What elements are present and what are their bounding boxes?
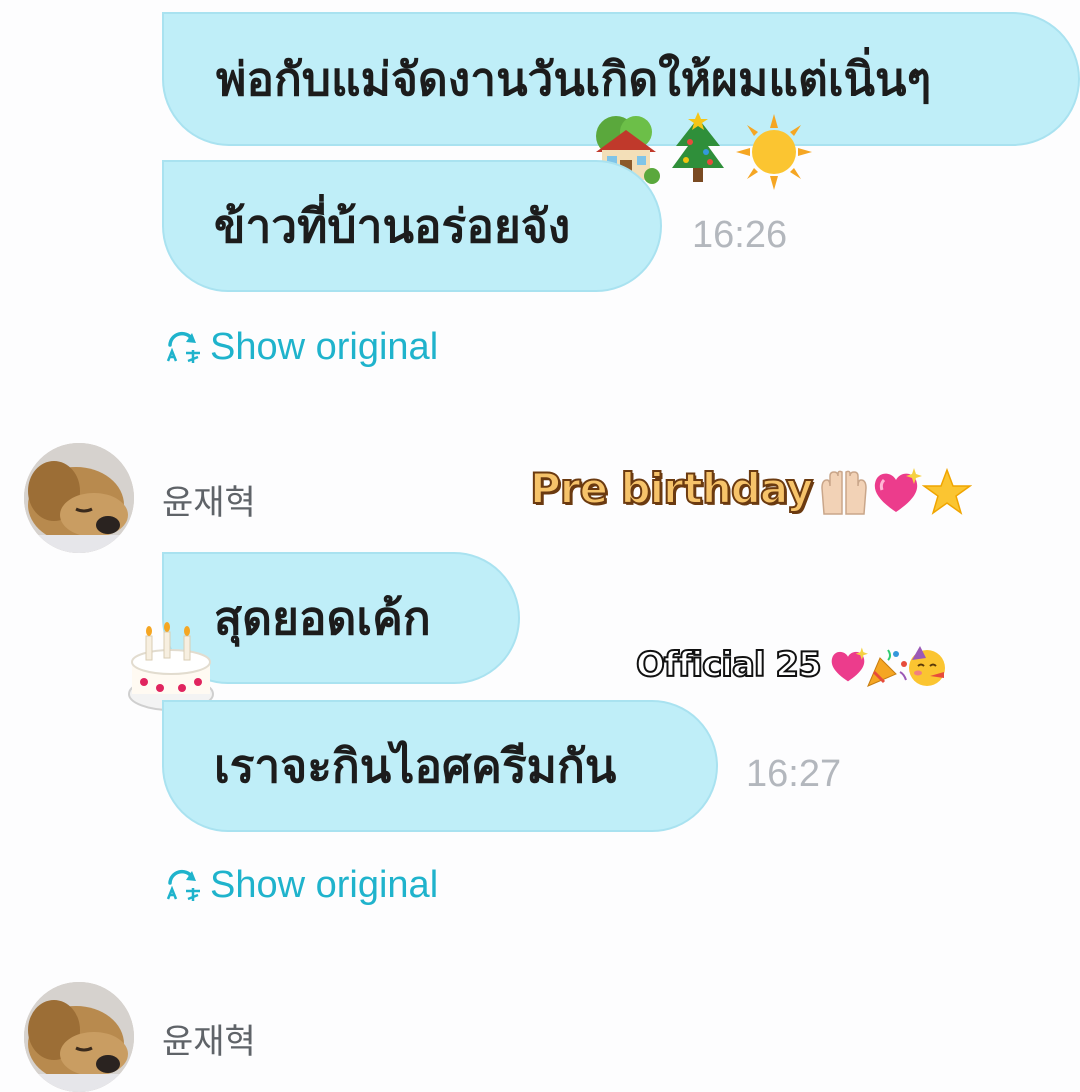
show-original-link[interactable]: Show original xyxy=(164,864,438,907)
sender-name: 윤재혁 xyxy=(162,1022,256,1062)
tree-icon xyxy=(672,112,724,182)
dog-avatar-image xyxy=(24,982,134,1092)
party-face-icon xyxy=(909,646,945,686)
sender-name: 윤재혁 xyxy=(162,483,256,523)
show-original-label: Show original xyxy=(210,864,439,906)
heart-icon xyxy=(831,647,868,682)
avatar[interactable] xyxy=(24,982,134,1092)
message-text: ข้าวที่บ้านอร่อยจัง xyxy=(214,198,571,253)
dog-avatar-image xyxy=(24,443,134,553)
avatar[interactable] xyxy=(24,443,134,553)
show-original-link[interactable]: Show original xyxy=(164,326,438,369)
pre-birthday-sticker: Pre birthday xyxy=(529,463,814,514)
message-bubble[interactable]: เราจะกินไอศครีมกัน xyxy=(162,700,718,832)
heart-icon xyxy=(874,468,922,512)
star-icon xyxy=(922,468,972,515)
translate-icon xyxy=(166,869,200,901)
official-sticker: Official 25 xyxy=(635,644,823,686)
official-text: Official 25 xyxy=(635,644,823,686)
message-text: เราจะกินไอศครีมกัน xyxy=(214,738,617,793)
message-bubble[interactable]: ข้าวที่บ้านอร่อยจัง xyxy=(162,160,662,292)
sun-icon xyxy=(736,114,812,190)
hands-icon xyxy=(821,470,867,515)
message-timestamp: 16:27 xyxy=(746,753,842,795)
message-text: สุดยอดเค้ก xyxy=(214,590,431,645)
party-popper-icon xyxy=(867,649,907,687)
message-text: พ่อกับแม่จัดงานวันเกิดให้ผมแต่เนิ่นๆ xyxy=(216,51,932,106)
message-timestamp: 16:26 xyxy=(692,214,788,256)
pre-birthday-text: Pre birthday xyxy=(529,463,814,514)
show-original-label: Show original xyxy=(210,326,439,368)
translate-icon xyxy=(166,331,200,363)
